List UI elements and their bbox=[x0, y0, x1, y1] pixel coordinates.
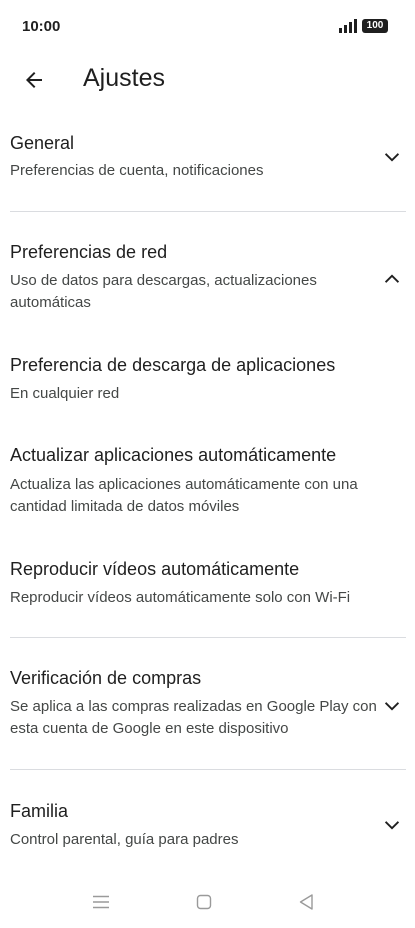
general-title: General bbox=[10, 133, 75, 153]
auto-update-subtitle: Actualiza las aplicaciones automáticamen… bbox=[10, 476, 358, 515]
signal-icon bbox=[339, 19, 357, 33]
chevron-down-icon bbox=[384, 153, 400, 162]
app-bar: Ajustes bbox=[0, 52, 415, 108]
autoplay-title: Reproducir vídeos automáticamente bbox=[10, 559, 300, 579]
status-bar: 10:00 100 bbox=[0, 0, 415, 52]
triangle-back-icon bbox=[299, 894, 313, 910]
system-nav-bar bbox=[0, 878, 415, 928]
family-subtitle: Control parental, guía para padres bbox=[10, 831, 239, 848]
battery-icon: 100 bbox=[362, 19, 388, 33]
autoplay-subtitle: Reproducir vídeos automáticamente solo c… bbox=[10, 589, 351, 606]
network-title: Preferencias de red bbox=[10, 242, 168, 262]
settings-item-purchase-verification[interactable]: Verificación de compras Se aplica a las … bbox=[0, 655, 415, 755]
back-button[interactable] bbox=[16, 62, 52, 98]
family-title: Familia bbox=[10, 801, 69, 821]
chevron-down-icon bbox=[384, 821, 400, 830]
chevron-up-icon bbox=[384, 274, 400, 283]
nav-back-button[interactable] bbox=[294, 890, 318, 914]
auto-update-title: Actualizar aplicaciones automáticamente bbox=[10, 445, 337, 465]
menu-icon bbox=[93, 895, 109, 909]
purchase-title: Verificación de compras bbox=[10, 668, 202, 688]
download-pref-title: Preferencia de descarga de aplicaciones bbox=[10, 355, 336, 375]
settings-item-network[interactable]: Preferencias de red Uso de datos para de… bbox=[0, 230, 415, 325]
general-subtitle: Preferencias de cuenta, notificaciones bbox=[10, 162, 264, 179]
settings-item-autoplay-videos[interactable]: Reproducir vídeos automáticamente Reprod… bbox=[0, 550, 415, 620]
settings-item-download-preference[interactable]: Preferencia de descarga de aplicaciones … bbox=[0, 345, 415, 415]
download-pref-subtitle: En cualquier red bbox=[10, 385, 120, 402]
square-home-icon bbox=[196, 894, 212, 910]
status-time: 10:00 bbox=[22, 18, 61, 35]
page-title: Ajustes bbox=[83, 64, 165, 92]
settings-item-general[interactable]: General Preferencias de cuenta, notifica… bbox=[0, 118, 415, 208]
settings-item-auto-update[interactable]: Actualizar aplicaciones automáticamente … bbox=[0, 435, 415, 530]
divider bbox=[10, 769, 406, 770]
settings-item-family[interactable]: Familia Control parental, guía para padr… bbox=[0, 787, 415, 862]
divider bbox=[10, 211, 406, 212]
nav-home-button[interactable] bbox=[192, 890, 216, 914]
network-subtitle: Uso de datos para descargas, actualizaci… bbox=[10, 272, 317, 311]
arrow-back-icon bbox=[26, 72, 42, 88]
purchase-subtitle: Se aplica a las compras realizadas en Go… bbox=[10, 698, 377, 737]
nav-menu-button[interactable] bbox=[89, 890, 113, 914]
divider bbox=[10, 637, 406, 638]
chevron-down-icon bbox=[384, 702, 400, 711]
